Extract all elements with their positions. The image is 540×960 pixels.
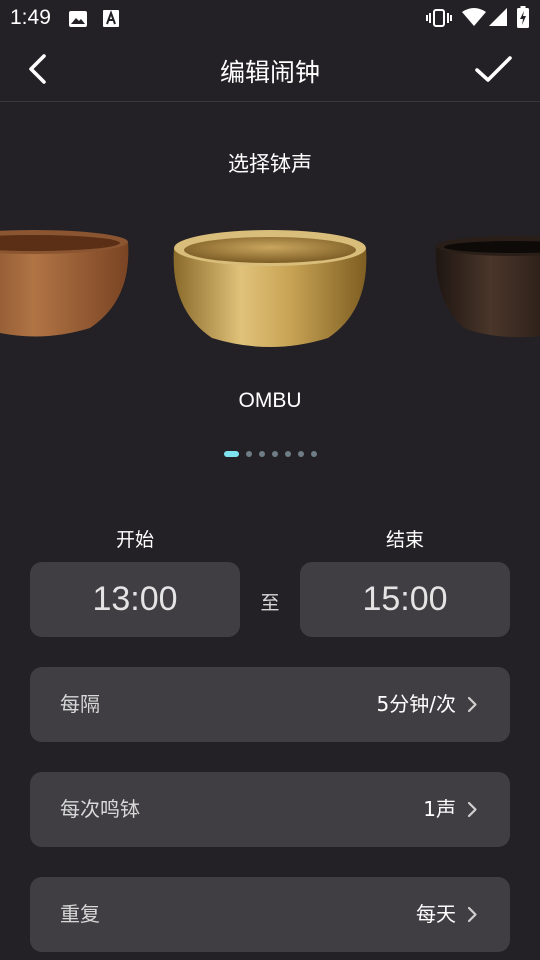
bowl-picker-title: 选择钵声 xyxy=(228,152,312,176)
start-time-button[interactable]: 13:00 xyxy=(30,562,240,637)
page-dot xyxy=(245,451,252,457)
end-time-label: 结束 xyxy=(385,529,424,551)
page-dot xyxy=(310,451,317,457)
vibrate-icon xyxy=(426,9,452,27)
interval-value: 5分钟/次 xyxy=(376,692,456,716)
checkmark-icon xyxy=(475,56,512,82)
carousel-page-indicator xyxy=(0,451,540,459)
chevron-right-icon xyxy=(467,906,477,923)
selected-bowl-name: OMBU xyxy=(238,389,302,412)
repeat-value: 每天 xyxy=(416,902,456,926)
battery-charging-icon xyxy=(517,6,529,28)
image-icon xyxy=(69,11,87,27)
bowl-image-next[interactable] xyxy=(434,232,540,342)
wifi-icon xyxy=(462,8,486,26)
app-bar: 编辑闹钟 xyxy=(0,36,540,102)
start-time-label: 开始 xyxy=(115,529,154,551)
page-dot xyxy=(297,451,304,457)
interval-label: 每隔 xyxy=(60,692,100,716)
page-title: 编辑闹钟 xyxy=(219,58,320,87)
end-time-button[interactable]: 15:00 xyxy=(300,562,510,637)
strikes-per-ring-row[interactable]: 每次鸣钵 1声 xyxy=(30,772,510,847)
text-a-icon xyxy=(103,10,119,27)
bowl-carousel[interactable] xyxy=(0,200,540,370)
repeat-label: 重复 xyxy=(60,902,100,926)
repeat-row[interactable]: 重复 每天 xyxy=(30,877,510,952)
bowl-image-previous[interactable] xyxy=(0,220,130,345)
bowl-image-selected[interactable] xyxy=(170,222,370,352)
confirm-button[interactable] xyxy=(472,50,516,88)
strikes-per-ring-label: 每次鸣钵 xyxy=(60,797,140,821)
strikes-per-ring-value: 1声 xyxy=(423,797,456,821)
page-dot xyxy=(258,451,265,457)
chevron-right-icon xyxy=(467,801,477,818)
page-dot xyxy=(223,451,239,457)
to-label: 至 xyxy=(260,592,280,614)
signal-icon xyxy=(489,8,507,26)
status-time: 1:49 xyxy=(10,6,51,29)
status-bar: 1:49 xyxy=(0,0,540,36)
chevron-right-icon xyxy=(467,696,477,713)
interval-row[interactable]: 每隔 5分钟/次 xyxy=(30,667,510,742)
page-dot xyxy=(284,451,291,457)
page-dot xyxy=(271,451,278,457)
